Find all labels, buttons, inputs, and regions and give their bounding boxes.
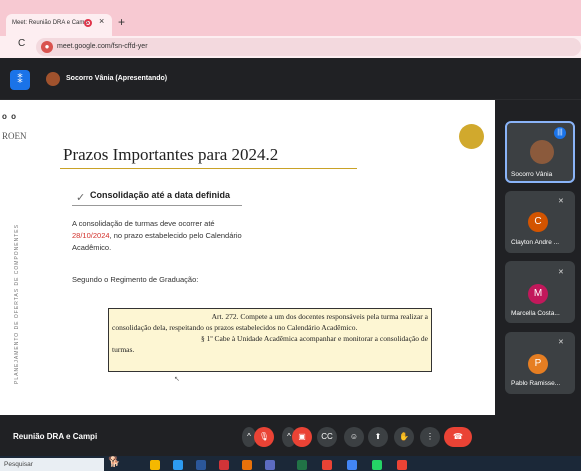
slide-title: Prazos Importantes para 2024.2 [63,145,279,164]
paragraph-text: A consolidação de turmas deve ocorrer at… [72,219,215,228]
presenter-avatar [46,72,60,86]
present-screen-button[interactable]: ⬆ [368,427,388,447]
tab-close-button[interactable]: × [99,16,104,26]
speaking-indicator-icon: ||| [554,127,566,139]
avatar: P [528,354,548,374]
quote-line: Art. 272. Compete a um dos docentes resp… [211,312,428,321]
heading-underline [72,205,242,206]
end-call-button[interactable]: ☎ [444,427,472,447]
quote-line: § 1º Cabe à Unidade Acadêmica acompanhar… [200,334,428,343]
pdf-icon[interactable] [219,460,229,470]
meeting-name: Reunião DRA e Campi [13,432,98,441]
file-explorer-icon[interactable] [150,460,160,470]
captions-button[interactable]: CC [317,427,337,447]
deadline-date: 28/10/2024 [72,231,110,240]
reactions-button[interactable]: ☺ [344,427,364,447]
site-info-icon[interactable]: ● [41,41,53,53]
quote-line: consolidação dela, respeitando os prazos… [112,323,358,332]
chrome-icon[interactable] [347,460,357,470]
avatar: C [528,212,548,232]
avatar [530,140,554,164]
raise-hand-button[interactable]: ✋ [394,427,414,447]
excel-icon[interactable] [297,460,307,470]
quote-line: turmas. [112,345,135,354]
presenter-name: Socorro Vânia (Apresentando) [66,75,168,82]
participant-name: Socorro Vânia [511,171,553,178]
slide-paragraph: A consolidação de turmas deve ocorrer at… [72,218,262,254]
slide-paragraph-2: Segundo o Regimento de Graduação: [72,275,199,284]
mic-toggle-button[interactable]: 🎙 [254,427,274,447]
new-tab-button[interactable]: + [118,15,125,29]
recording-icon [84,19,92,27]
more-options-button[interactable]: ⋮ [420,427,440,447]
decorative-circle [459,124,484,149]
tab-title: Meet: Reunião DRA e Camp [12,20,88,26]
title-underline [60,168,357,169]
reload-button[interactable]: C [18,38,25,49]
browser-tab[interactable]: Meet: Reunião DRA e Camp [6,14,112,36]
check-heading: Consolidação até a data definida [90,190,231,200]
participant-name: Marcella Costa... [511,310,560,317]
url-text[interactable]: meet.google.com/fsn-cffd-yer [57,43,148,50]
chrome-icon[interactable] [322,460,332,470]
app-icon[interactable] [265,460,275,470]
slide-vertical-label: PLANEJAMENTO DE OFERTAS DE COMPONENTES [14,224,20,384]
word-icon[interactable] [196,460,206,470]
mic-off-icon: ✕ [558,198,564,205]
taskbar-widget-icon[interactable]: 🐕 [108,457,120,468]
check-icon: ✓ [76,192,86,204]
edge-icon[interactable] [173,460,183,470]
participant-name: Clayton Andre ... [511,239,560,246]
slide-logo-text: ROEN [2,131,27,141]
app-icon[interactable] [242,460,252,470]
mic-off-icon: ✕ [558,339,564,346]
slide-logo-dots: o o [2,112,17,121]
mic-off-icon: ✕ [558,269,564,276]
whatsapp-icon[interactable] [372,460,382,470]
mouse-cursor-icon: ↖ [174,376,180,383]
camera-toggle-button[interactable]: ▣ [292,427,312,447]
presentation-icon[interactable]: ⁑ [10,70,30,90]
taskbar-search-input[interactable]: Pesquisar [0,458,104,471]
participant-name: Pablo Ramisse... [511,380,561,387]
avatar: M [528,284,548,304]
chrome-icon[interactable] [397,460,407,470]
regulation-quote-box: Art. 272. Compete a um dos docentes resp… [108,308,432,372]
